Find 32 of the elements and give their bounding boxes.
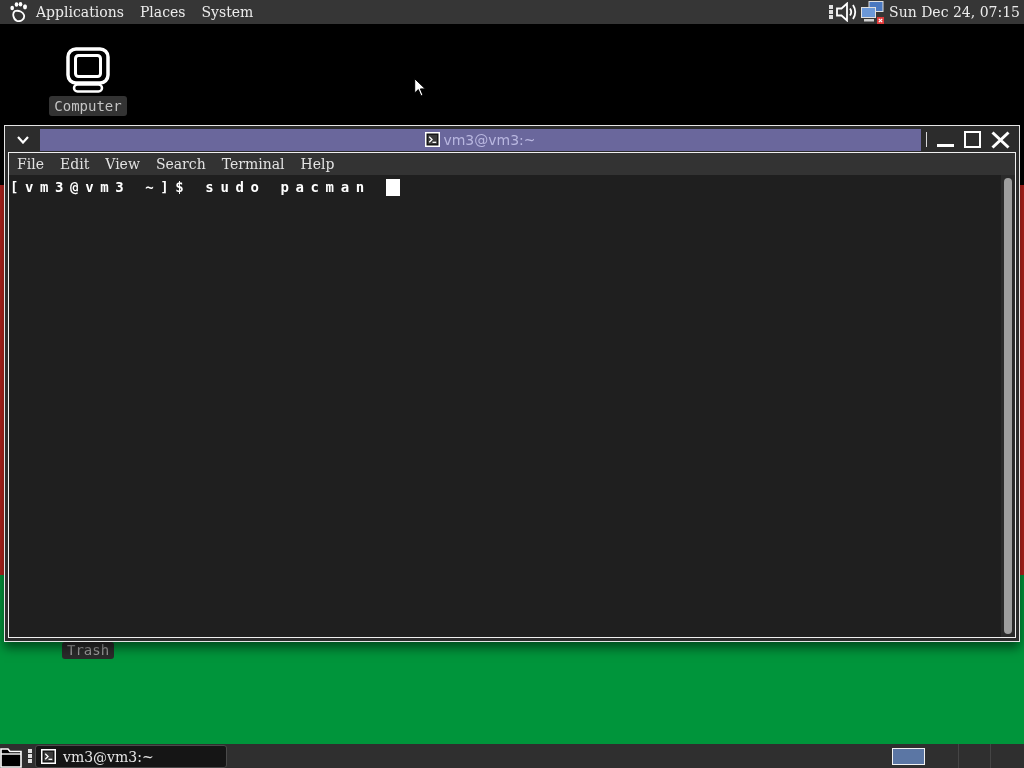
drag-handle-icon <box>28 749 32 763</box>
desktop-icon-label: Computer <box>49 96 127 116</box>
menu-item[interactable]: File <box>12 155 49 173</box>
panel-menu[interactable]: Applications <box>29 2 131 22</box>
maximize-button[interactable] <box>961 128 983 151</box>
desktop-icon-label: Trash <box>62 642 115 659</box>
terminal-icon <box>425 132 441 147</box>
minimize-icon <box>936 144 954 147</box>
maximize-icon <box>963 131 981 148</box>
mouse-pointer-icon <box>414 78 426 97</box>
foot-icon <box>10 2 28 22</box>
panel-menu[interactable]: System <box>194 2 261 22</box>
drag-handle-icon <box>829 5 834 19</box>
chevron-down-icon <box>17 135 29 144</box>
close-icon <box>990 130 1010 149</box>
taskbar-button[interactable]: vm3@vm3:~ <box>35 745 227 768</box>
block-cursor-icon <box>385 179 400 196</box>
menu-item[interactable]: Terminal <box>216 155 290 173</box>
menu-item[interactable]: Edit <box>54 155 95 173</box>
menu-item[interactable]: View <box>100 155 145 173</box>
monitor-icon[interactable] <box>66 47 110 93</box>
terminal-line: [vm3@vm3 ~]$ sudo pacman <box>10 179 371 196</box>
panel-menu[interactable]: Places <box>132 2 193 22</box>
terminal-icon <box>41 749 56 764</box>
clock[interactable]: Sun Dec 24, 07:15 <box>889 2 1020 22</box>
volume-icon[interactable] <box>836 2 859 22</box>
menu-item[interactable]: Help <box>295 155 340 173</box>
window-title: vm3@vm3:~ <box>443 130 536 149</box>
folder-icon <box>0 747 22 768</box>
network-icon[interactable] <box>861 0 885 24</box>
menu-item[interactable]: Search <box>150 155 211 173</box>
workspace-thumbnail[interactable] <box>892 747 925 765</box>
